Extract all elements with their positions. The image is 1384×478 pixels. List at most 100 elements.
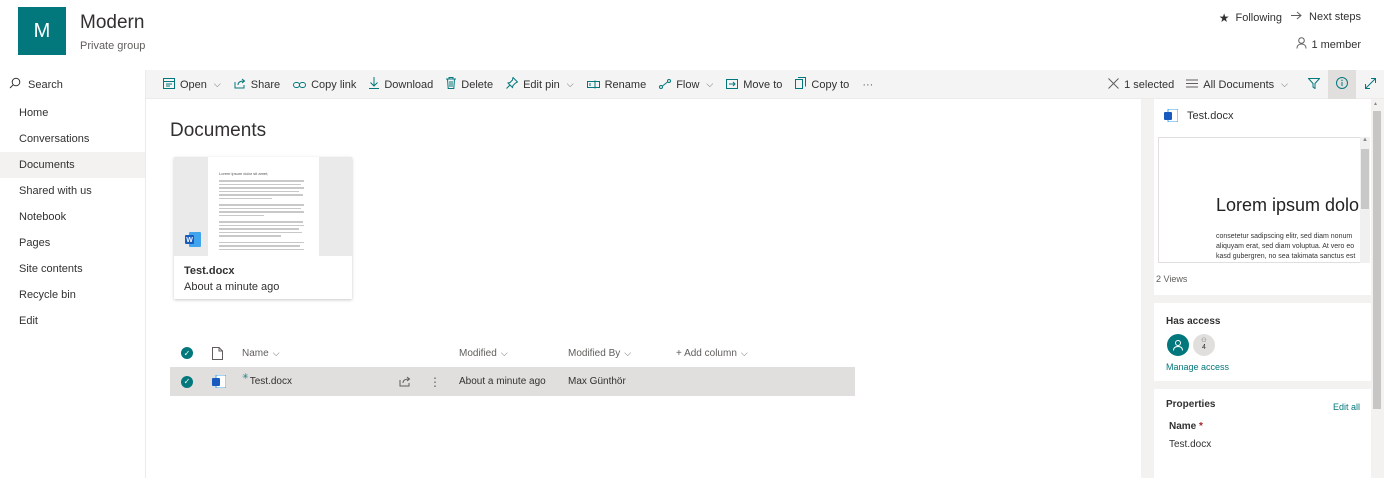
modified-column-header[interactable]: Modified ⌵ [459, 342, 508, 364]
nav-item-edit[interactable]: Edit [0, 308, 145, 334]
site-title[interactable]: Modern [80, 12, 144, 34]
add-column-button[interactable]: + Add column ⌵ [676, 342, 748, 364]
members-label: 1 member [1311, 38, 1361, 51]
info-pane-button[interactable] [1328, 70, 1356, 99]
edit-pin-button[interactable]: Edit pin ⌵ [506, 76, 574, 92]
nav-item-site-contents[interactable]: Site contents [0, 256, 145, 282]
group-count: 4 [1202, 344, 1206, 351]
chevron-down-icon: ⌵ [500, 347, 508, 358]
right-commands: 1 selected All Documents ⌵ [1108, 70, 1384, 99]
nav-item-home[interactable]: Home [0, 100, 145, 126]
nav-item-recycle-bin[interactable]: Recycle bin [0, 282, 145, 308]
file-preview-card: Test.docx Lorem ipsum dolor consetetur s… [1154, 99, 1372, 295]
rename-button[interactable]: Rename [586, 78, 646, 92]
chevron-down-icon: ⌵ [624, 347, 632, 358]
following-button[interactable]: ★ Following [1219, 11, 1282, 25]
flow-button[interactable]: Flow ⌵ [659, 78, 713, 92]
has-access-title: Has access [1166, 316, 1221, 327]
scroll-thumb[interactable] [1373, 111, 1381, 409]
nav-item-pages[interactable]: Pages [0, 230, 145, 256]
next-steps-button[interactable]: Next steps [1290, 11, 1361, 23]
search-label: Search [28, 78, 63, 91]
more-commands-button[interactable]: ··· [862, 79, 873, 91]
view-switcher[interactable]: All Documents ⌵ [1186, 79, 1288, 91]
row-more-button[interactable]: ⋮ [429, 367, 441, 396]
scroll-up-arrow[interactable]: ▲ [1373, 101, 1378, 107]
details-scrollbar[interactable]: ▲ [1371, 99, 1383, 478]
modified-by-column-header[interactable]: Modified By ⌵ [568, 342, 631, 364]
search-box[interactable]: Search [0, 70, 146, 99]
details-file-name: Test.docx [1187, 109, 1234, 122]
flow-icon [659, 78, 672, 92]
left-navigation: Home Conversations Documents Shared with… [0, 99, 146, 478]
group-members-avatar[interactable]: ⚇ 4 [1193, 334, 1215, 356]
file-tile[interactable]: Lorem ipsum dolor sit amet, W Test.docx … [174, 157, 352, 299]
document-preview[interactable]: Lorem ipsum dolor consetetur sadipscing … [1158, 137, 1368, 263]
table-row[interactable]: ✓ ✳ Test.docx ⋮ About a minute ago Max G… [170, 367, 855, 396]
person-icon [1173, 339, 1183, 351]
copy-to-button[interactable]: Copy to [795, 77, 849, 92]
scroll-up-arrow[interactable]: ▲ [1360, 137, 1370, 143]
new-file-icon: ✳ [242, 372, 249, 381]
nav-item-shared-with-us[interactable]: Shared with us [0, 178, 145, 204]
filter-icon [1307, 77, 1321, 92]
preview-heading: Lorem ipsum dolor sit amet, [219, 171, 269, 176]
has-access-card: Has access ⚇ 4 Manage access [1154, 303, 1372, 381]
chevron-down-icon: ⌵ [213, 79, 221, 89]
row-modified-by[interactable]: Max Günthör [568, 367, 626, 396]
page-title: Documents [170, 120, 267, 141]
copy-link-button[interactable]: Copy link [293, 78, 356, 92]
owner-avatar[interactable] [1167, 334, 1189, 356]
check-icon: ✓ [181, 347, 193, 359]
more-vertical-icon: ⋮ [429, 374, 441, 389]
filter-button[interactable] [1300, 70, 1328, 99]
search-icon [9, 77, 21, 92]
row-checkbox[interactable]: ✓ [181, 367, 193, 396]
close-icon [1108, 77, 1119, 92]
site-header: M Modern Private group ★ Following Next … [0, 0, 1384, 70]
preview-heading: Lorem ipsum dolor [1216, 195, 1366, 215]
preview-line: aliquyam erat, sed diam voluptua. At ver… [1216, 243, 1355, 250]
next-steps-icon [1290, 11, 1303, 23]
name-property-value[interactable]: Test.docx [1169, 439, 1211, 450]
preview-scrollbar[interactable]: ▲ [1360, 137, 1370, 263]
name-property-label: Name * [1169, 421, 1203, 432]
delete-button[interactable]: Delete [446, 77, 493, 92]
check-icon: ✓ [181, 375, 193, 388]
file-name-link[interactable]: ✳ Test.docx [242, 367, 292, 396]
chevron-down-icon: ⌵ [1281, 79, 1288, 89]
list-view-icon [1186, 79, 1199, 91]
move-icon [726, 78, 739, 92]
file-type-column[interactable] [212, 342, 223, 364]
more-icon: ··· [862, 78, 874, 91]
properties-title: Properties [1166, 399, 1216, 410]
chevron-down-icon: ⌵ [272, 347, 280, 358]
manage-access-link[interactable]: Manage access [1166, 362, 1229, 372]
details-pane: Test.docx Lorem ipsum dolor consetetur s… [1141, 99, 1384, 478]
command-list: Open ⌵ Share Copy link Download Delete E… [163, 70, 873, 99]
expand-button[interactable] [1356, 70, 1384, 99]
name-column-header[interactable]: Name ⌵ [242, 342, 280, 364]
edit-all-link[interactable]: Edit all [1333, 402, 1360, 412]
open-icon [163, 77, 175, 92]
nav-item-conversations[interactable]: Conversations [0, 126, 145, 152]
download-button[interactable]: Download [369, 77, 433, 92]
file-thumbnail: Lorem ipsum dolor sit amet, W [174, 157, 352, 256]
document-preview-page: Lorem ipsum dolor sit amet, [208, 157, 319, 256]
properties-card: Properties Edit all Name * Test.docx [1154, 389, 1372, 478]
site-logo[interactable]: M [18, 7, 66, 55]
nav-item-notebook[interactable]: Notebook [0, 204, 145, 230]
link-icon [293, 78, 307, 92]
open-button[interactable]: Open ⌵ [163, 77, 221, 92]
tile-file-name[interactable]: Test.docx [184, 265, 235, 277]
row-modified: About a minute ago [459, 376, 546, 387]
select-all-checkbox[interactable]: ✓ [181, 342, 193, 364]
clear-selection-button[interactable]: 1 selected [1108, 77, 1174, 92]
nav-item-documents[interactable]: Documents [0, 152, 145, 178]
row-share-button[interactable] [399, 367, 411, 396]
share-button[interactable]: Share [234, 78, 280, 92]
share-icon [399, 376, 411, 387]
word-file-icon [1164, 109, 1178, 122]
members-button[interactable]: 1 member [1296, 37, 1361, 52]
move-to-button[interactable]: Move to [726, 78, 782, 92]
